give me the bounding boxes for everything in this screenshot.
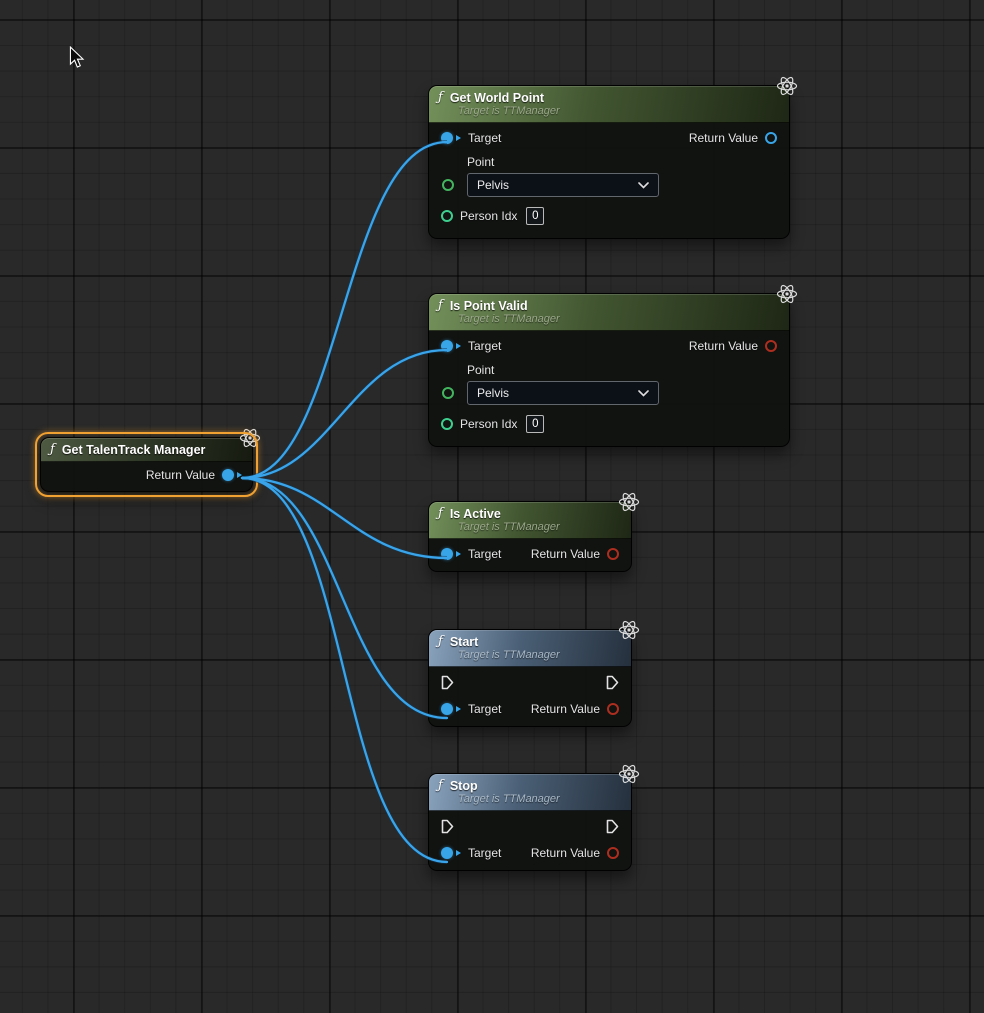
return-value-label: Return Value bbox=[531, 846, 600, 860]
node-title: Stop bbox=[450, 779, 478, 793]
wire-manager-to-is-point-valid bbox=[242, 350, 447, 478]
atom-badge-icon bbox=[239, 427, 261, 449]
return-value-label: Return Value bbox=[146, 468, 215, 482]
target-input-pin[interactable] bbox=[441, 132, 453, 144]
point-dropdown[interactable]: Pelvis bbox=[467, 381, 659, 405]
return-value-pin[interactable] bbox=[607, 847, 619, 859]
point-input-pin[interactable] bbox=[442, 387, 454, 399]
wire-manager-to-start bbox=[242, 478, 447, 718]
atom-badge-icon bbox=[618, 491, 640, 513]
chevron-down-icon bbox=[638, 182, 649, 189]
node-header[interactable]: ƒ Get World Point Target is TTManager bbox=[429, 86, 789, 123]
node-title: Get TalenTrack Manager bbox=[62, 443, 206, 457]
person-idx-input[interactable]: 0 bbox=[526, 207, 544, 225]
node-stop[interactable]: ƒ Stop Target is TTManager Target Return… bbox=[428, 773, 632, 871]
target-pin-label: Target bbox=[468, 702, 501, 716]
return-value-label: Return Value bbox=[689, 339, 758, 353]
target-pin-label: Target bbox=[468, 131, 501, 145]
node-title: Start bbox=[450, 635, 478, 649]
atom-badge-icon bbox=[618, 619, 640, 641]
target-input-pin[interactable] bbox=[441, 340, 453, 352]
target-input-pin[interactable] bbox=[441, 847, 453, 859]
node-header[interactable]: ƒ Get TalenTrack Manager bbox=[41, 438, 252, 462]
atom-badge-icon bbox=[776, 75, 798, 97]
pin-wedge-icon bbox=[237, 472, 242, 478]
exec-in-pin[interactable] bbox=[441, 675, 454, 695]
return-value-label: Return Value bbox=[689, 131, 758, 145]
node-subtitle: Target is TTManager bbox=[458, 105, 780, 117]
person-idx-label: Person Idx bbox=[460, 209, 517, 223]
target-pin-label: Target bbox=[468, 547, 501, 561]
return-value-pin[interactable] bbox=[222, 469, 234, 481]
node-title: Get World Point bbox=[450, 91, 544, 105]
node-header[interactable]: ƒ Is Active Target is TTManager bbox=[429, 502, 631, 539]
node-get-world-point[interactable]: ƒ Get World Point Target is TTManager Ta… bbox=[428, 85, 790, 239]
mouse-cursor bbox=[69, 46, 85, 74]
node-title: Is Active bbox=[450, 507, 501, 521]
node-get-talentrack-manager[interactable]: ƒ Get TalenTrack Manager Return Value bbox=[40, 437, 253, 492]
point-dropdown[interactable]: Pelvis bbox=[467, 173, 659, 197]
node-title: Is Point Valid bbox=[450, 299, 528, 313]
pin-wedge-icon bbox=[456, 706, 461, 712]
return-value-label: Return Value bbox=[531, 702, 600, 716]
person-idx-input-pin[interactable] bbox=[441, 418, 453, 430]
return-value-label: Return Value bbox=[531, 547, 600, 561]
node-header[interactable]: ƒ Is Point Valid Target is TTManager bbox=[429, 294, 789, 331]
pin-wedge-icon bbox=[456, 135, 461, 141]
point-dropdown-value: Pelvis bbox=[477, 178, 509, 192]
exec-out-pin[interactable] bbox=[606, 675, 619, 695]
function-icon: ƒ bbox=[50, 442, 55, 457]
person-idx-input[interactable]: 0 bbox=[526, 415, 544, 433]
pin-wedge-icon bbox=[456, 850, 461, 856]
return-value-pin[interactable] bbox=[765, 132, 777, 144]
point-dropdown-value: Pelvis bbox=[477, 386, 509, 400]
return-value-pin[interactable] bbox=[607, 548, 619, 560]
chevron-down-icon bbox=[638, 390, 649, 397]
node-subtitle: Target is TTManager bbox=[458, 313, 780, 325]
point-pin-label: Point bbox=[467, 363, 777, 378]
node-is-point-valid[interactable]: ƒ Is Point Valid Target is TTManager Tar… bbox=[428, 293, 790, 447]
wire-manager-to-is-active bbox=[242, 478, 447, 558]
node-header[interactable]: ƒ Stop Target is TTManager bbox=[429, 774, 631, 811]
node-subtitle: Target is TTManager bbox=[458, 649, 622, 661]
node-subtitle: Target is TTManager bbox=[458, 793, 622, 805]
return-value-pin[interactable] bbox=[765, 340, 777, 352]
target-pin-label: Target bbox=[468, 846, 501, 860]
node-header[interactable]: ƒ Start Target is TTManager bbox=[429, 630, 631, 667]
blueprint-graph-canvas[interactable]: ƒ Get World Point Target is TTManager Ta… bbox=[0, 0, 984, 1013]
wire-manager-to-get-world-point bbox=[242, 142, 447, 478]
point-pin-label: Point bbox=[467, 155, 777, 170]
node-subtitle: Target is TTManager bbox=[458, 521, 622, 533]
exec-out-pin[interactable] bbox=[606, 819, 619, 839]
node-start[interactable]: ƒ Start Target is TTManager Target Retur… bbox=[428, 629, 632, 727]
node-is-active[interactable]: ƒ Is Active Target is TTManager Target R… bbox=[428, 501, 632, 572]
target-input-pin[interactable] bbox=[441, 548, 453, 560]
pin-wedge-icon bbox=[456, 551, 461, 557]
function-icon: ƒ bbox=[438, 506, 443, 521]
function-icon: ƒ bbox=[438, 298, 443, 313]
person-idx-input-pin[interactable] bbox=[441, 210, 453, 222]
point-input-pin[interactable] bbox=[442, 179, 454, 191]
target-pin-label: Target bbox=[468, 339, 501, 353]
target-input-pin[interactable] bbox=[441, 703, 453, 715]
function-icon: ƒ bbox=[438, 778, 443, 793]
atom-badge-icon bbox=[618, 763, 640, 785]
function-icon: ƒ bbox=[438, 90, 443, 105]
function-icon: ƒ bbox=[438, 634, 443, 649]
pin-wedge-icon bbox=[456, 343, 461, 349]
return-value-pin[interactable] bbox=[607, 703, 619, 715]
atom-badge-icon bbox=[776, 283, 798, 305]
exec-in-pin[interactable] bbox=[441, 819, 454, 839]
wire-manager-to-stop bbox=[242, 478, 447, 862]
person-idx-label: Person Idx bbox=[460, 417, 517, 431]
